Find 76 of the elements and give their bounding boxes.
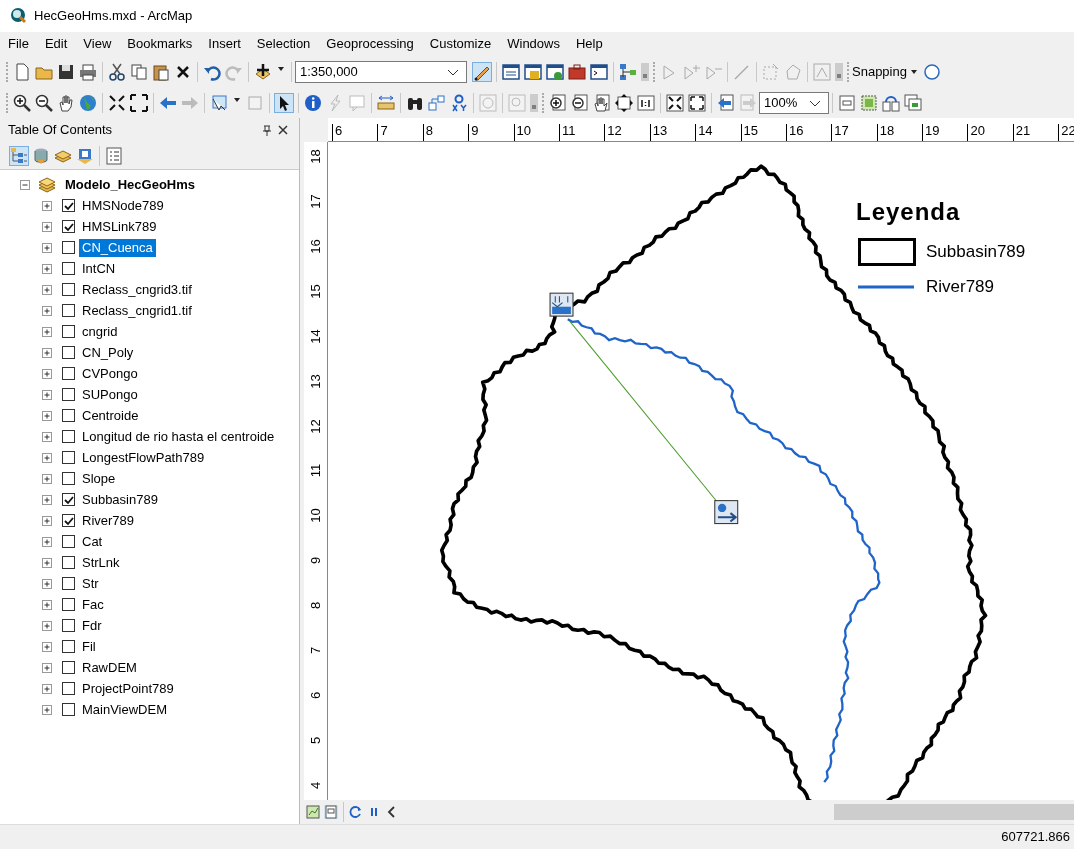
layer-name[interactable]: Reclass_cngrid1.tif [79,301,195,320]
layer-name[interactable]: Str [79,574,102,593]
layer-name[interactable]: Longitud de rio hasta el centroide [79,427,278,446]
layer-name[interactable]: Centroide [79,406,142,425]
layer-name[interactable]: IntCN [79,259,119,278]
ruler-label: 11 [309,464,322,478]
layer-name[interactable]: Cat [79,532,106,551]
ruler-label: 12 [604,124,650,141]
layer-name[interactable]: LongestFlowPath789 [79,448,208,467]
ruler-label: 21 [1012,124,1059,141]
layer-name[interactable]: cngrid [79,322,121,341]
ruler-label: 9 [468,124,514,141]
ruler-label: 9 [309,557,322,565]
layer-name[interactable]: CVPongo [79,364,141,383]
layer-name[interactable]: HMSLink789 [79,217,160,236]
layer-name[interactable]: Slope [79,469,119,488]
menu-item[interactable]: Bookmarks [127,34,193,54]
ruler-label: 8 [422,124,469,141]
menu-item[interactable]: Help [575,34,603,54]
layer-name[interactable]: StrLnk [79,553,123,572]
ruler-label: 17 [309,194,322,209]
menu-item[interactable]: View [83,34,112,54]
menu-item[interactable]: File [8,34,29,54]
coordinates-readout: 607721.866 [1001,827,1070,846]
layer-name[interactable]: Fdr [79,616,105,635]
menu-item[interactable]: Windows [507,34,560,54]
ruler-label: 10 [309,508,322,524]
ruler-label: 6 [332,124,378,141]
menu-item[interactable]: Selection [256,34,311,54]
ruler-label: 15 [309,284,322,299]
layer-name[interactable]: Reclass_cngrid3.tif [79,280,195,299]
ruler-label: 4 [309,781,322,789]
layer-name[interactable]: MainViewDEM [79,700,170,719]
ruler-label: 18 [876,124,923,141]
ruler-label: 18 [309,149,322,164]
ruler-label: 16 [785,124,832,141]
layer-name[interactable]: SUPongo [79,385,141,404]
layer-name[interactable]: CN_Cuenca [79,238,156,257]
menu-item[interactable]: Geoprocessing [326,34,414,54]
ruler-label: 5 [309,736,322,745]
ruler-label: 13 [649,124,696,141]
window-title: HecGeoHms.mxd - ArcMap [34,7,193,26]
data-frame-name[interactable]: Modelo_HecGeoHms [62,175,199,194]
layer-name[interactable]: RawDEM [79,658,140,677]
ruler-label: 10 [513,124,559,141]
layer-name[interactable]: CN_Poly [79,343,137,362]
ruler-label: 20 [967,124,1013,141]
layer-name[interactable]: HMSNode789 [79,196,167,215]
ruler-label: 17 [831,124,877,141]
layer-name[interactable]: Fac [79,595,107,614]
menu-item[interactable]: Edit [44,34,68,54]
ruler-label: 19 [922,124,968,141]
legend-label: River789 [926,276,995,298]
ruler-label: 7 [309,647,322,655]
ruler-label: 14 [695,124,741,141]
ruler-label: 6 [309,691,322,700]
layer-name[interactable]: ProjectPoint789 [79,679,177,698]
ruler-label: 7 [377,124,423,141]
ruler-label: 14 [309,328,322,344]
ruler-label: 12 [309,418,322,434]
panel-title: Table Of Contents [8,121,113,140]
snapping-button[interactable]: Snapping [852,61,921,82]
legend-title: Leyenda [856,197,962,227]
ruler-label: 16 [309,239,322,254]
ruler-label: 13 [309,373,322,389]
zoom-dropdown[interactable]: 100% [759,91,829,114]
menu-item[interactable]: Customize [429,34,492,54]
ruler-label: 15 [740,124,786,141]
legend-label: Subbasin789 [926,241,1026,264]
ruler-label: 11 [558,124,605,141]
ruler-label: 8 [309,602,322,610]
menu-item[interactable]: Insert [208,34,241,54]
layer-name[interactable]: Subbasin789 [79,490,161,509]
layer-name[interactable]: Fil [79,637,99,656]
layer-name[interactable]: River789 [79,511,138,530]
scale-dropdown[interactable]: 1:350,000 [295,60,467,83]
